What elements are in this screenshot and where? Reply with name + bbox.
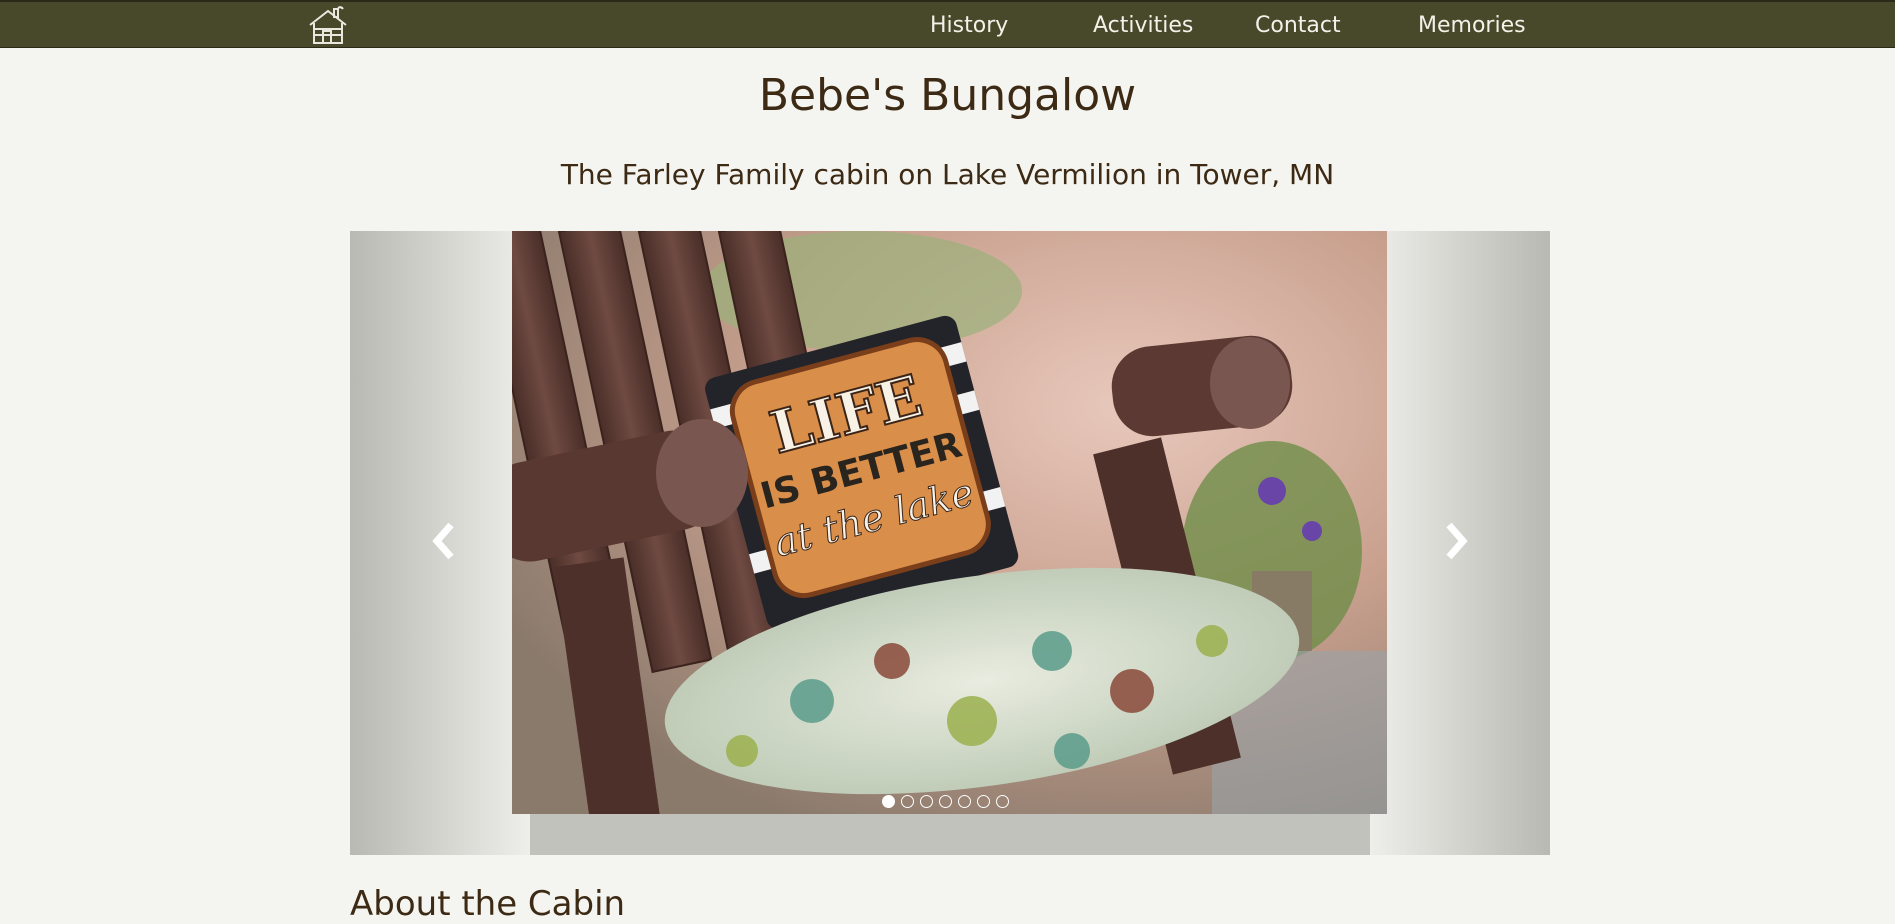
nav-link-contact[interactable]: Contact [1255,13,1341,38]
carousel-indicator-dot[interactable] [958,795,971,808]
chevron-right-icon [1446,522,1468,560]
nav-link-memories[interactable]: Memories [1418,13,1526,38]
chevron-left-icon [432,522,454,560]
carousel-indicator-dot[interactable] [882,795,895,808]
carousel-prev-button[interactable] [424,511,464,571]
carousel-slide-image: LIFE IS BETTER at the lake [477,231,1387,825]
nav-link-activities[interactable]: Activities [1093,13,1193,38]
carousel-indicator-dot[interactable] [939,795,952,808]
section-heading: About the Cabin [350,884,626,924]
carousel-indicator-dot[interactable] [996,795,1009,808]
carousel-next-button[interactable] [1436,511,1476,571]
carousel-indicator-dot[interactable] [920,795,933,808]
site-title: Bebe's Bungalow [758,70,1137,121]
site-tagline: The Farley Family cabin on Lake Vermilio… [560,158,1335,191]
carousel-indicators [882,795,1009,813]
cabin-icon[interactable] [306,5,350,47]
carousel-indicator-dot[interactable] [901,795,914,808]
top-navbar: History Activities Contact Memories [0,0,1895,48]
image-carousel: LIFE IS BETTER at the lake [350,231,1550,855]
nav-link-history[interactable]: History [930,13,1008,38]
carousel-indicator-dot[interactable] [977,795,990,808]
